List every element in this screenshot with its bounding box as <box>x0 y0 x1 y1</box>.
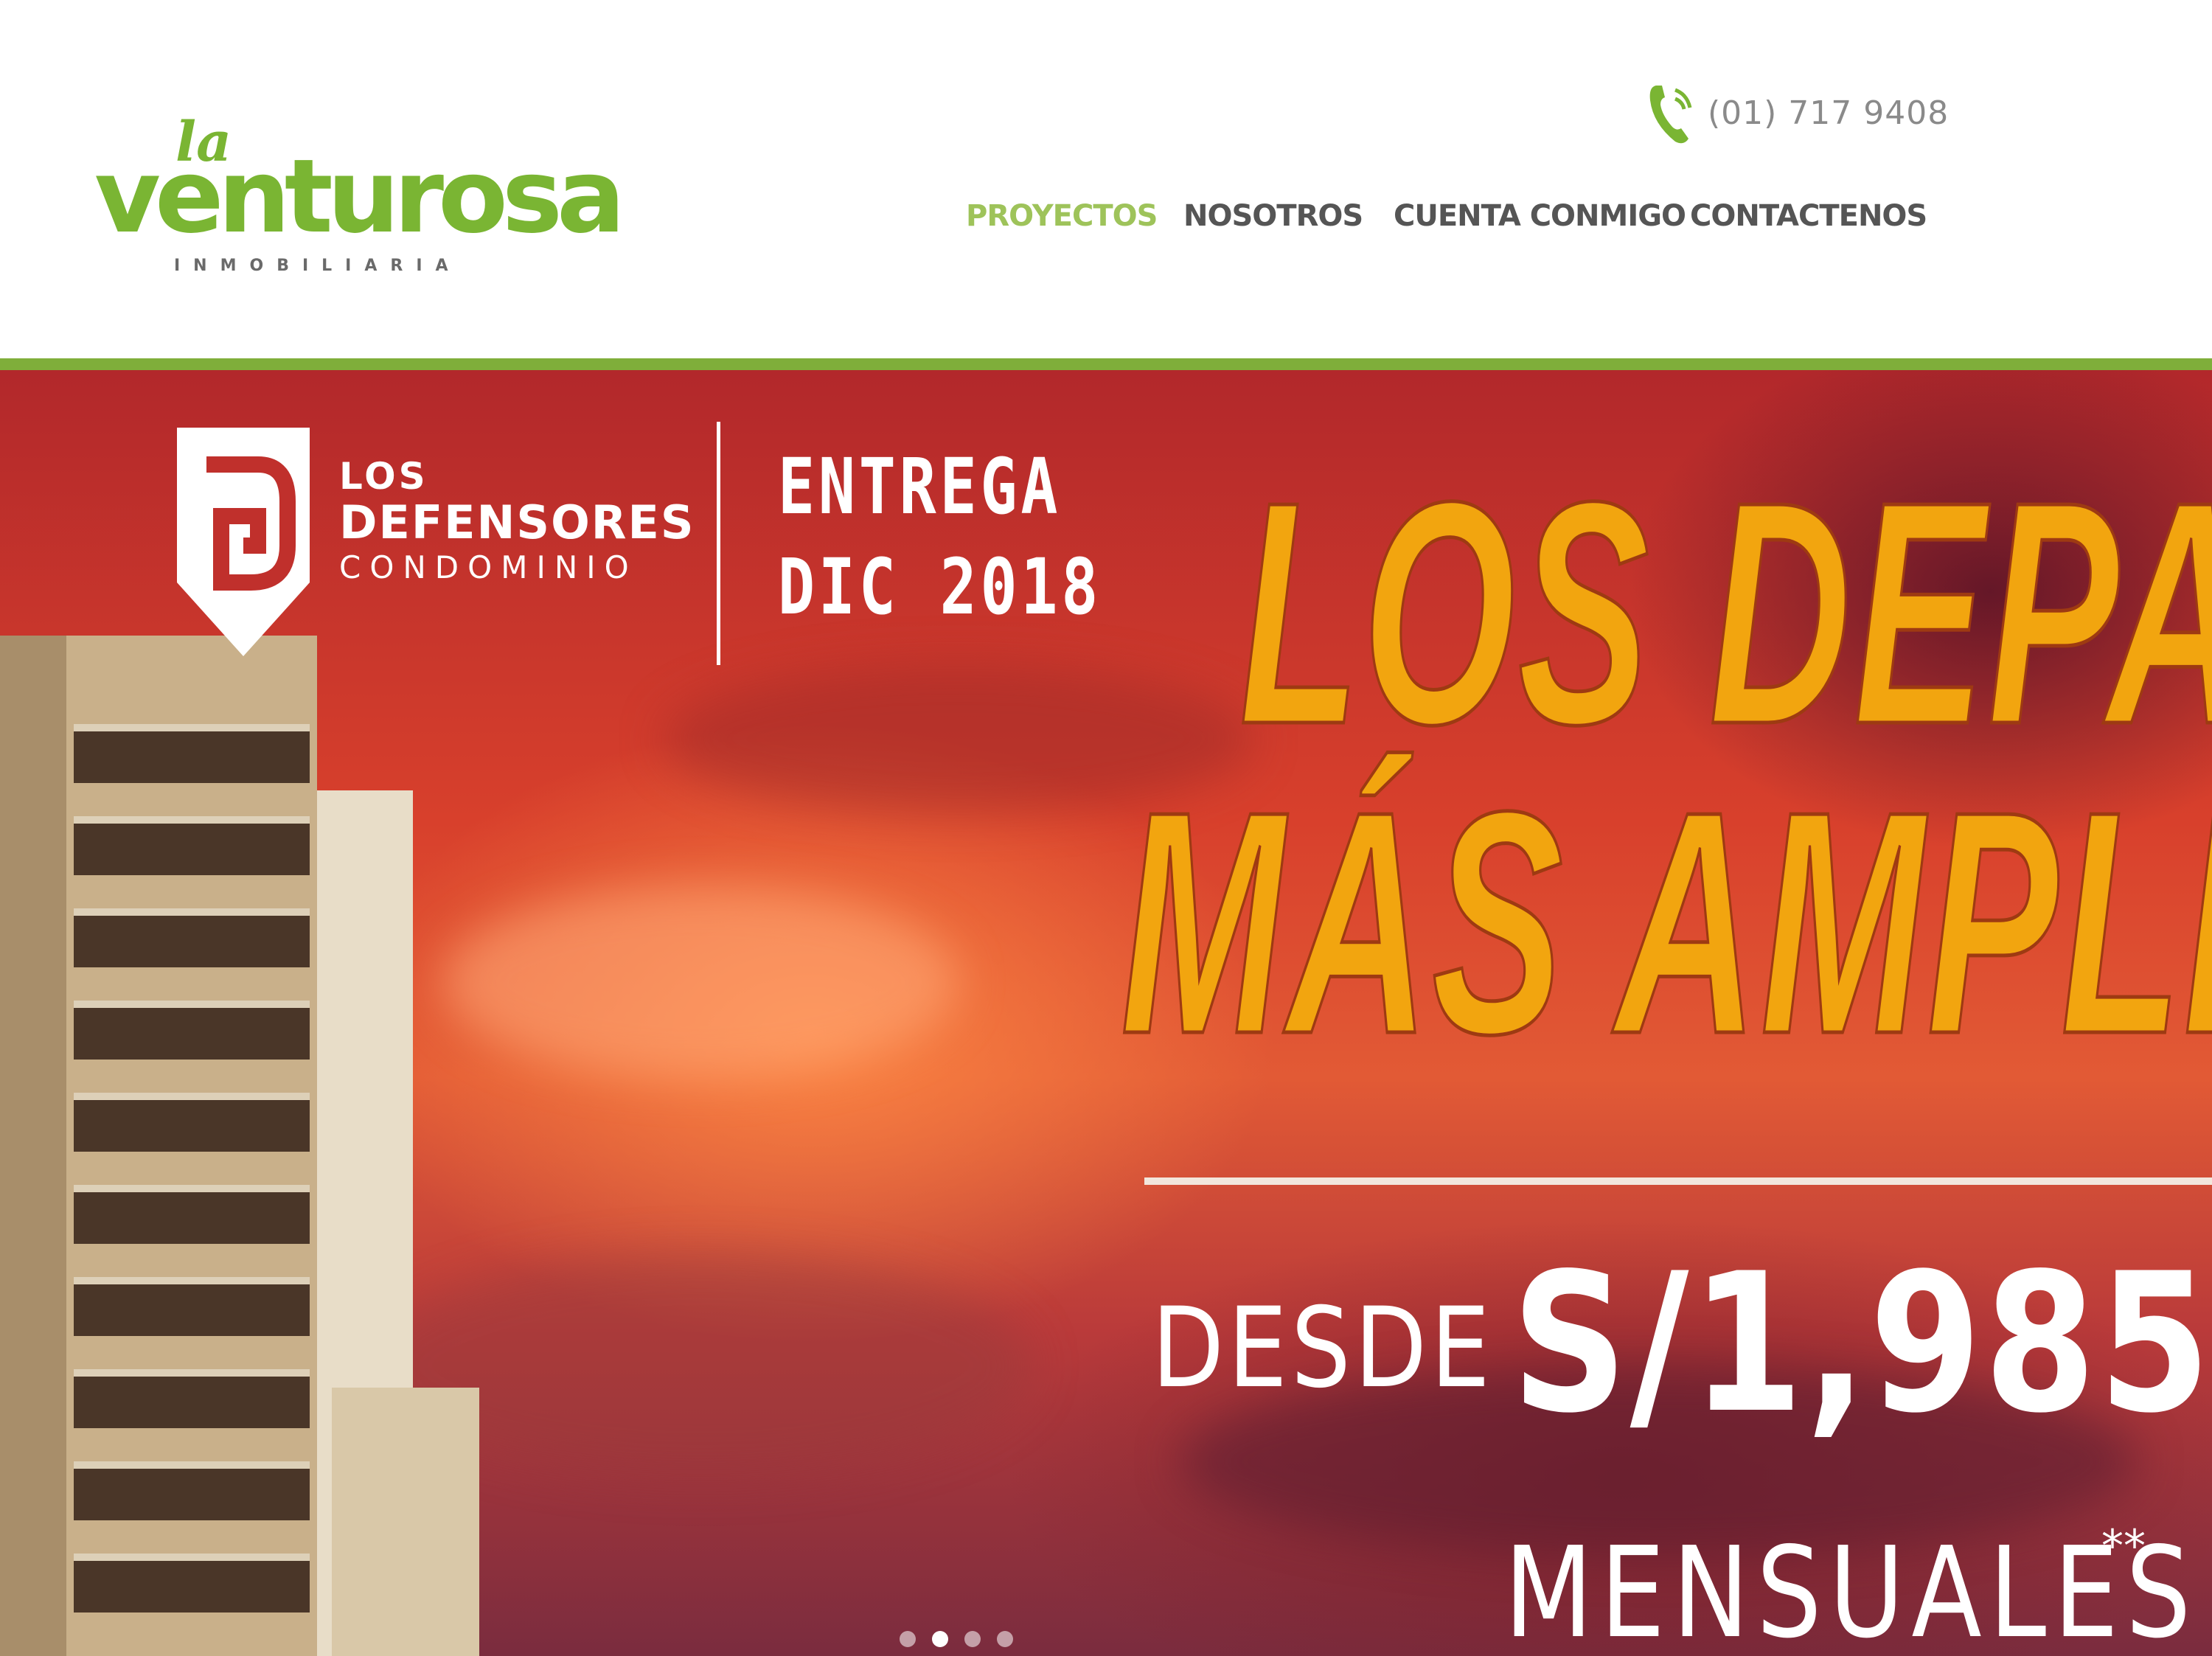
project-name: LOS DEFENSORES CONDOMINIO <box>339 456 695 587</box>
nav-cuenta-conmigo[interactable]: CUENTA CONMIGO <box>1394 199 1686 233</box>
slider-dot[interactable] <box>900 1631 916 1647</box>
price-prefix: DESDE <box>1152 1284 1494 1413</box>
slider-dots <box>900 1631 1013 1647</box>
balcony-row <box>74 908 310 967</box>
tower-side <box>0 636 66 1656</box>
headline-rule <box>1144 1177 2212 1185</box>
price-value: S/1,985 <box>1512 1233 2212 1455</box>
cloud <box>442 886 959 1078</box>
balcony-row <box>74 724 310 783</box>
site-header: la venturosa INMOBILIARIA (01) 717 9408 … <box>0 0 2212 370</box>
header-divider <box>0 358 2212 370</box>
nav-nosotros[interactable]: NOSOTROS <box>1183 199 1363 233</box>
headline: LOS DEPAS MÁS AMPLIOS <box>1119 436 2212 1100</box>
balcony-row <box>74 1093 310 1152</box>
balcony-row <box>74 1277 310 1336</box>
phone-number: (01) 717 9408 <box>1708 94 1950 132</box>
nav-proyectos[interactable]: PROYECTOS <box>966 199 1158 233</box>
vertical-divider <box>717 422 720 665</box>
nav-contactenos[interactable]: CONTACTENOS <box>1690 199 1927 233</box>
phone-icon <box>1646 80 1697 146</box>
low-building <box>332 1388 479 1656</box>
delivery-line2: DIC 2018 <box>778 542 1102 632</box>
project-name-line2: DEFENSORES <box>339 495 695 549</box>
delivery-line1: ENTREGA <box>778 442 1062 532</box>
delivery-date: ENTREGA DIC 2018 <box>778 436 1102 637</box>
hero-banner[interactable]: LOS DEFENSORES CONDOMINIO ENTREGA DIC 20… <box>0 370 2212 1656</box>
defensores-logo-icon <box>170 420 317 664</box>
project-name-line3: CONDOMINIO <box>339 549 638 585</box>
balcony-row <box>74 1001 310 1060</box>
phone-contact[interactable]: (01) 717 9408 <box>1646 80 1949 146</box>
slider-dot[interactable] <box>964 1631 981 1647</box>
footnote-mark: ** <box>2101 1520 2146 1572</box>
headline-line2: MÁS AMPLIOS <box>1119 746 2212 1100</box>
balcony-row <box>74 1461 310 1520</box>
balcony-row <box>74 1369 310 1428</box>
headline-line1: LOS DEPAS <box>1239 436 2212 790</box>
project-name-line1: LOS <box>339 455 428 498</box>
venturosa-logo[interactable]: la venturosa INMOBILIARIA <box>94 111 625 288</box>
balcony-row <box>74 1185 310 1244</box>
logo-name: venturosa <box>94 137 625 256</box>
price-suffix: MENSUALES <box>1504 1520 2199 1656</box>
slider-dot[interactable] <box>997 1631 1013 1647</box>
balcony-row <box>74 1554 310 1612</box>
slider-dot-active[interactable] <box>932 1631 948 1647</box>
balcony-row <box>74 816 310 875</box>
logo-tagline: INMOBILIARIA <box>174 257 462 275</box>
